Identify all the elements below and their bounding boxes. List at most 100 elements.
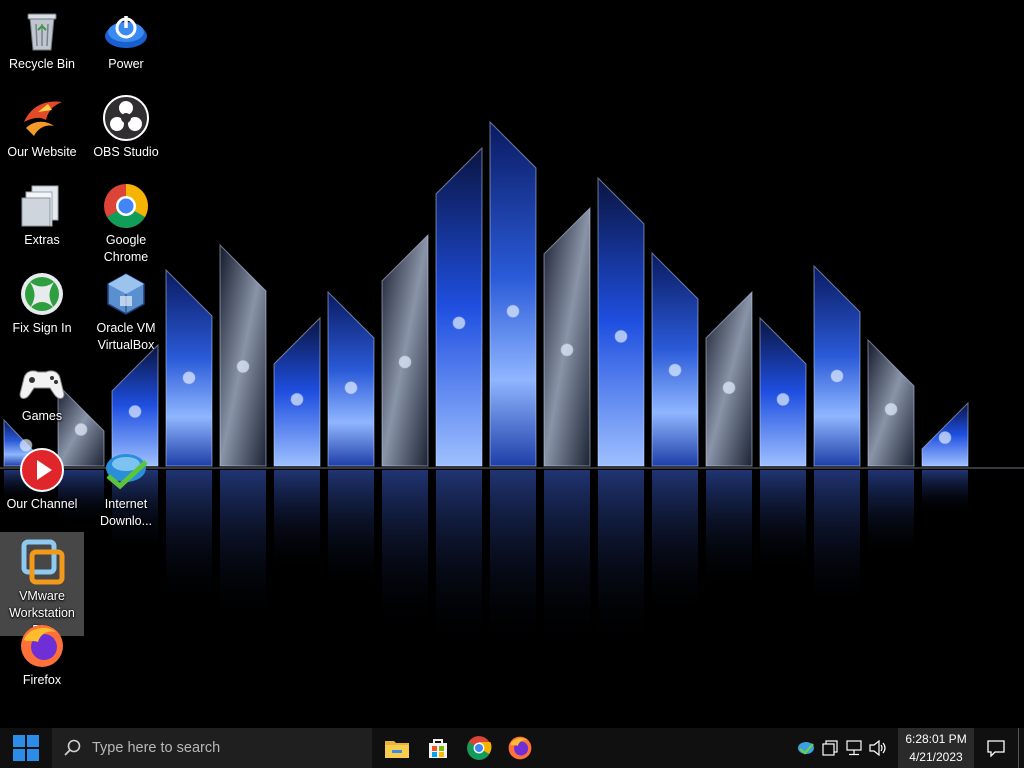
tray-network[interactable] (842, 728, 866, 768)
desktop-icon-label: OBS Studio (93, 145, 159, 159)
desktop-icon-virtualbox[interactable]: Oracle VM VirtualBox (84, 264, 168, 352)
wallpaper-sparkle (344, 381, 358, 395)
wallpaper-prism (597, 176, 645, 467)
firefox-icon (18, 622, 66, 670)
desktop-icon-label: Oracle VM VirtualBox (96, 321, 156, 352)
wallpaper-sparkle (560, 343, 574, 357)
wallpaper-prism (543, 206, 591, 467)
pinned-apps (376, 728, 540, 768)
desktop-icon-label: Our Website (7, 145, 77, 159)
desktop-icon-xbox[interactable]: Fix Sign In (0, 264, 84, 348)
taskbar-chrome[interactable] (458, 728, 499, 768)
taskbar: Type here to search 6:28:01 PM 4/21/2023 (0, 728, 1024, 768)
desktop-icon-label: Games (21, 409, 63, 423)
taskbar-firefox[interactable] (499, 728, 540, 768)
wallpaper-prism (435, 146, 483, 467)
wallpaper-sparkle (398, 355, 412, 369)
wallpaper-sparkle (236, 360, 250, 374)
desktop-icon-chrome[interactable]: Google Chrome (84, 176, 168, 264)
wallpaper-sparkle (722, 381, 736, 395)
desktop-icon-idm[interactable]: Internet Downlo... (84, 440, 168, 528)
folder-icon (18, 182, 66, 230)
network-icon (846, 740, 862, 756)
wallpaper-sparkle (938, 431, 952, 445)
search-icon (64, 739, 81, 756)
desktop-icon-label: Power (108, 57, 144, 71)
wallpaper-sparkle (128, 405, 142, 419)
desktop-icon-label: Fix Sign In (12, 321, 72, 335)
wallpaper-sparkle (830, 369, 844, 383)
wallpaper-sparkle (290, 392, 304, 406)
idm-icon (102, 446, 150, 494)
idm-tray-icon (798, 742, 814, 755)
wallpaper-reflection (544, 470, 590, 650)
start-button[interactable] (0, 728, 52, 768)
taskbar-store[interactable] (417, 728, 458, 768)
desktop-icon-label: Google Chrome (103, 233, 149, 264)
tray-idm[interactable] (794, 728, 818, 768)
wallpaper-sparkle (776, 392, 790, 406)
wallpaper-sparkle (506, 304, 520, 318)
tray-taskview[interactable] (818, 728, 842, 768)
wallpaper-sparkle (884, 402, 898, 416)
wallpaper-sparkle (182, 371, 196, 385)
store-icon (428, 739, 447, 758)
wallpaper-reflection (436, 470, 482, 650)
desktop-icon-power[interactable]: Power (84, 0, 168, 84)
desktop-icon-firefox[interactable]: Firefox (0, 616, 84, 700)
obs-icon (102, 94, 150, 142)
wallpaper-sparkle (614, 329, 628, 343)
desktop-icon-obs[interactable]: OBS Studio (84, 88, 168, 172)
xbox-icon (18, 270, 66, 318)
wallpaper-reflection (706, 470, 752, 592)
wallpaper-reflection (166, 470, 212, 608)
taskbar-file-explorer[interactable] (376, 728, 417, 768)
desktop-icon-recycle-bin[interactable]: Recycle Bin (0, 0, 84, 84)
firefox-icon (508, 736, 531, 760)
taskbar-search-box[interactable]: Type here to search (52, 728, 372, 768)
clock-time: 6:28:01 PM (905, 732, 967, 746)
wallpaper-reflection (868, 470, 914, 559)
taskbar-clock[interactable]: 6:28:01 PM 4/21/2023 (898, 728, 974, 768)
notification-icon (987, 739, 1005, 757)
youtube-icon (18, 446, 66, 494)
wallpaper-reflection (760, 470, 806, 574)
wallpaper-reflection (922, 470, 968, 515)
desktop-icon-gamepad[interactable]: Games (0, 352, 84, 436)
recycle-bin-icon (18, 6, 66, 54)
desktop-icon-youtube[interactable]: Our Channel (0, 440, 84, 524)
volume-icon (869, 740, 886, 756)
show-desktop-button[interactable] (1018, 728, 1024, 768)
desktop-icon-label: Our Channel (6, 497, 78, 511)
wallpaper-reflection (274, 470, 320, 574)
desktop-icon-label: Recycle Bin (9, 57, 75, 71)
file-explorer-icon (384, 741, 409, 758)
wallpaper-reflection (220, 470, 266, 625)
chrome-icon (102, 182, 150, 230)
vmware-icon (18, 538, 66, 586)
wallpaper-reflection (652, 470, 698, 620)
wallpaper-sparkle (452, 316, 466, 330)
wallpaper-sparkle (668, 363, 682, 377)
search-placeholder: Type here to search (92, 740, 221, 756)
desktop-icon-folder[interactable]: Extras (0, 176, 84, 260)
action-center-button[interactable] (974, 728, 1018, 768)
wallpaper-reflection (382, 470, 428, 632)
gamepad-icon (18, 358, 66, 406)
wallpaper-reflection (814, 470, 860, 610)
wallpaper-reflection (598, 470, 644, 650)
desktop-icon-label: Internet Downlo... (99, 497, 153, 528)
website-icon (18, 94, 66, 142)
system-tray: 6:28:01 PM 4/21/2023 (794, 728, 1024, 768)
clock-date: 4/21/2023 (909, 750, 963, 764)
chrome-icon (466, 736, 491, 760)
desktop-icon-website[interactable]: Our Website (0, 88, 84, 172)
desktop-icon-label: Firefox (22, 673, 62, 687)
windows-logo-icon (13, 735, 39, 761)
tray-volume[interactable] (866, 728, 890, 768)
wallpaper-reflection (328, 470, 374, 592)
wallpaper-prism (489, 120, 537, 467)
virtualbox-icon (102, 270, 150, 318)
taskview-icon (822, 740, 838, 756)
wallpaper-reflection (490, 470, 536, 650)
